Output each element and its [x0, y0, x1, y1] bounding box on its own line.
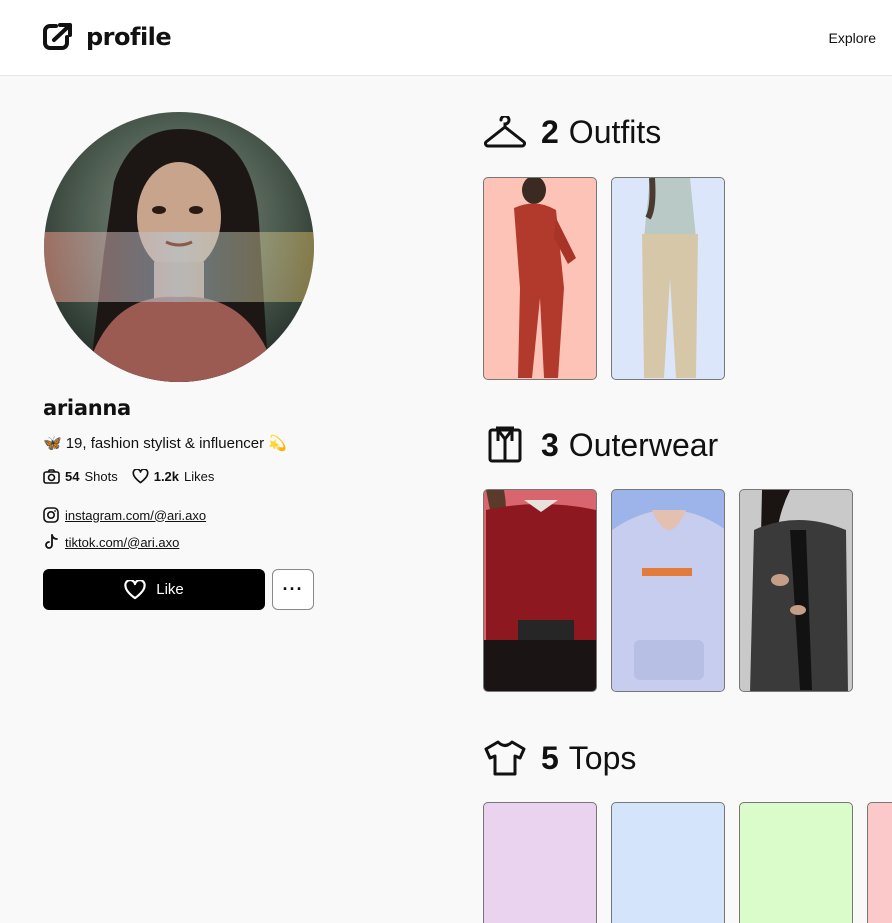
like-button-label: Like [156, 581, 184, 598]
username: arianna [43, 396, 131, 420]
likes-label: Likes [184, 469, 215, 484]
instagram-row: instagram.com/@ari.axo [43, 507, 206, 523]
outfits-label: Outfits [568, 114, 662, 150]
tops-label: Tops [568, 739, 637, 776]
top-card[interactable] [483, 802, 597, 923]
stats: 54 Shots 1.2k Likes [43, 469, 214, 484]
like-button[interactable]: Like [43, 569, 265, 610]
outfits-count: 2 [541, 114, 559, 150]
section-tops-header: 5 Tops [483, 739, 636, 777]
section-outfits-header: 2 Outfits [483, 114, 661, 151]
outfit-card[interactable] [483, 177, 597, 380]
section-outerwear-header: 3 Outerwear [483, 426, 718, 464]
tiktok-link[interactable]: tiktok.com/@ari.axo [65, 535, 179, 550]
hanger-icon [484, 115, 526, 147]
tshirt-icon [484, 740, 526, 776]
bio: 🦋 19, fashion stylist & influencer 💫 [43, 434, 287, 453]
heart-icon [124, 579, 146, 599]
outerwear-card[interactable] [739, 489, 853, 692]
top-card[interactable] [611, 802, 725, 923]
likes-stat: 1.2k Likes [132, 469, 215, 484]
top-card[interactable] [867, 802, 892, 923]
likes-count: 1.2k [153, 469, 180, 484]
shots-label: Shots [84, 469, 118, 484]
instagram-link[interactable]: instagram.com/@ari.axo [65, 508, 206, 523]
nav-explore-link[interactable]: Explore [829, 30, 876, 46]
logo-text: profile [86, 23, 172, 51]
outerwear-card[interactable] [483, 489, 597, 692]
top-card[interactable] [739, 802, 853, 923]
butterfly-icon: 🦋 [43, 435, 62, 452]
shots-stat: 54 Shots [43, 469, 118, 484]
more-options-button[interactable]: ··· [272, 569, 314, 610]
logo[interactable]: profile [42, 22, 172, 52]
tops-count: 5 [541, 739, 559, 776]
bio-text: 19, fashion stylist & influencer [65, 434, 265, 452]
logo-icon [43, 23, 72, 50]
avatar [44, 112, 314, 382]
dizzy-icon: 💫 [268, 435, 287, 452]
instagram-icon [43, 507, 59, 523]
outerwear-card[interactable] [611, 489, 725, 692]
outfit-card[interactable] [611, 177, 725, 380]
top-bar: profile Explore [0, 0, 892, 76]
tiktok-icon [45, 534, 58, 549]
outerwear-label: Outerwear [568, 426, 719, 463]
camera-icon [43, 469, 60, 484]
outerwear-count: 3 [541, 426, 559, 463]
tiktok-row: tiktok.com/@ari.axo [43, 534, 179, 550]
shots-count: 54 [65, 469, 80, 484]
jacket-icon [488, 426, 522, 463]
heart-icon [132, 469, 149, 484]
